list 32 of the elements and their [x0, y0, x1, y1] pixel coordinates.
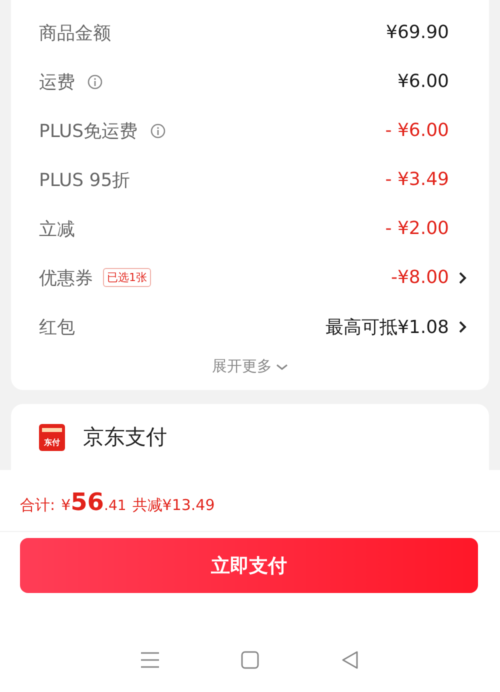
menu-icon[interactable] — [141, 652, 159, 668]
fee-value: - ¥6.00 — [385, 120, 449, 141]
coupon-badge: 已选1张 — [103, 268, 151, 287]
payment-method-name: 京东支付 — [83, 424, 167, 451]
chevron-down-icon — [276, 362, 288, 370]
fee-value[interactable]: -¥8.00 — [390, 267, 449, 288]
total-label: 合计: — [20, 496, 56, 515]
fee-value: ¥6.00 — [397, 71, 449, 92]
total-currency: ¥ — [61, 496, 71, 514]
fee-value: - ¥3.49 — [385, 169, 449, 190]
home-square-icon[interactable] — [241, 651, 259, 669]
fee-label: PLUS 95折 — [39, 168, 130, 192]
pay-now-button[interactable]: 立即支付 — [20, 538, 478, 593]
total-integer: 56 — [70, 488, 104, 516]
fee-label: 商品金额 — [39, 22, 111, 44]
fee-label: 立减 — [39, 218, 75, 240]
back-triangle-icon[interactable] — [341, 651, 359, 669]
fee-value: ¥69.90 — [386, 22, 449, 43]
chevron-right-icon[interactable] — [457, 320, 467, 334]
fee-value: - ¥2.00 — [385, 218, 449, 239]
expand-more-button[interactable]: 展开更多 — [212, 351, 288, 376]
info-icon[interactable] — [150, 122, 166, 138]
total-saved: 共减¥13.49 — [132, 496, 215, 515]
fee-label: PLUS免运费 — [39, 120, 138, 142]
total-decimal: .41 — [104, 498, 126, 514]
chevron-right-icon[interactable] — [457, 270, 467, 284]
fee-label: 优惠券 — [39, 266, 93, 290]
fee-label: 运费 — [39, 70, 75, 94]
info-icon[interactable] — [87, 74, 103, 90]
payment-logo-icon: 东付 — [39, 424, 65, 450]
fee-label: 红包 — [39, 316, 75, 338]
fee-value[interactable]: 最高可抵¥1.08 — [325, 314, 449, 338]
